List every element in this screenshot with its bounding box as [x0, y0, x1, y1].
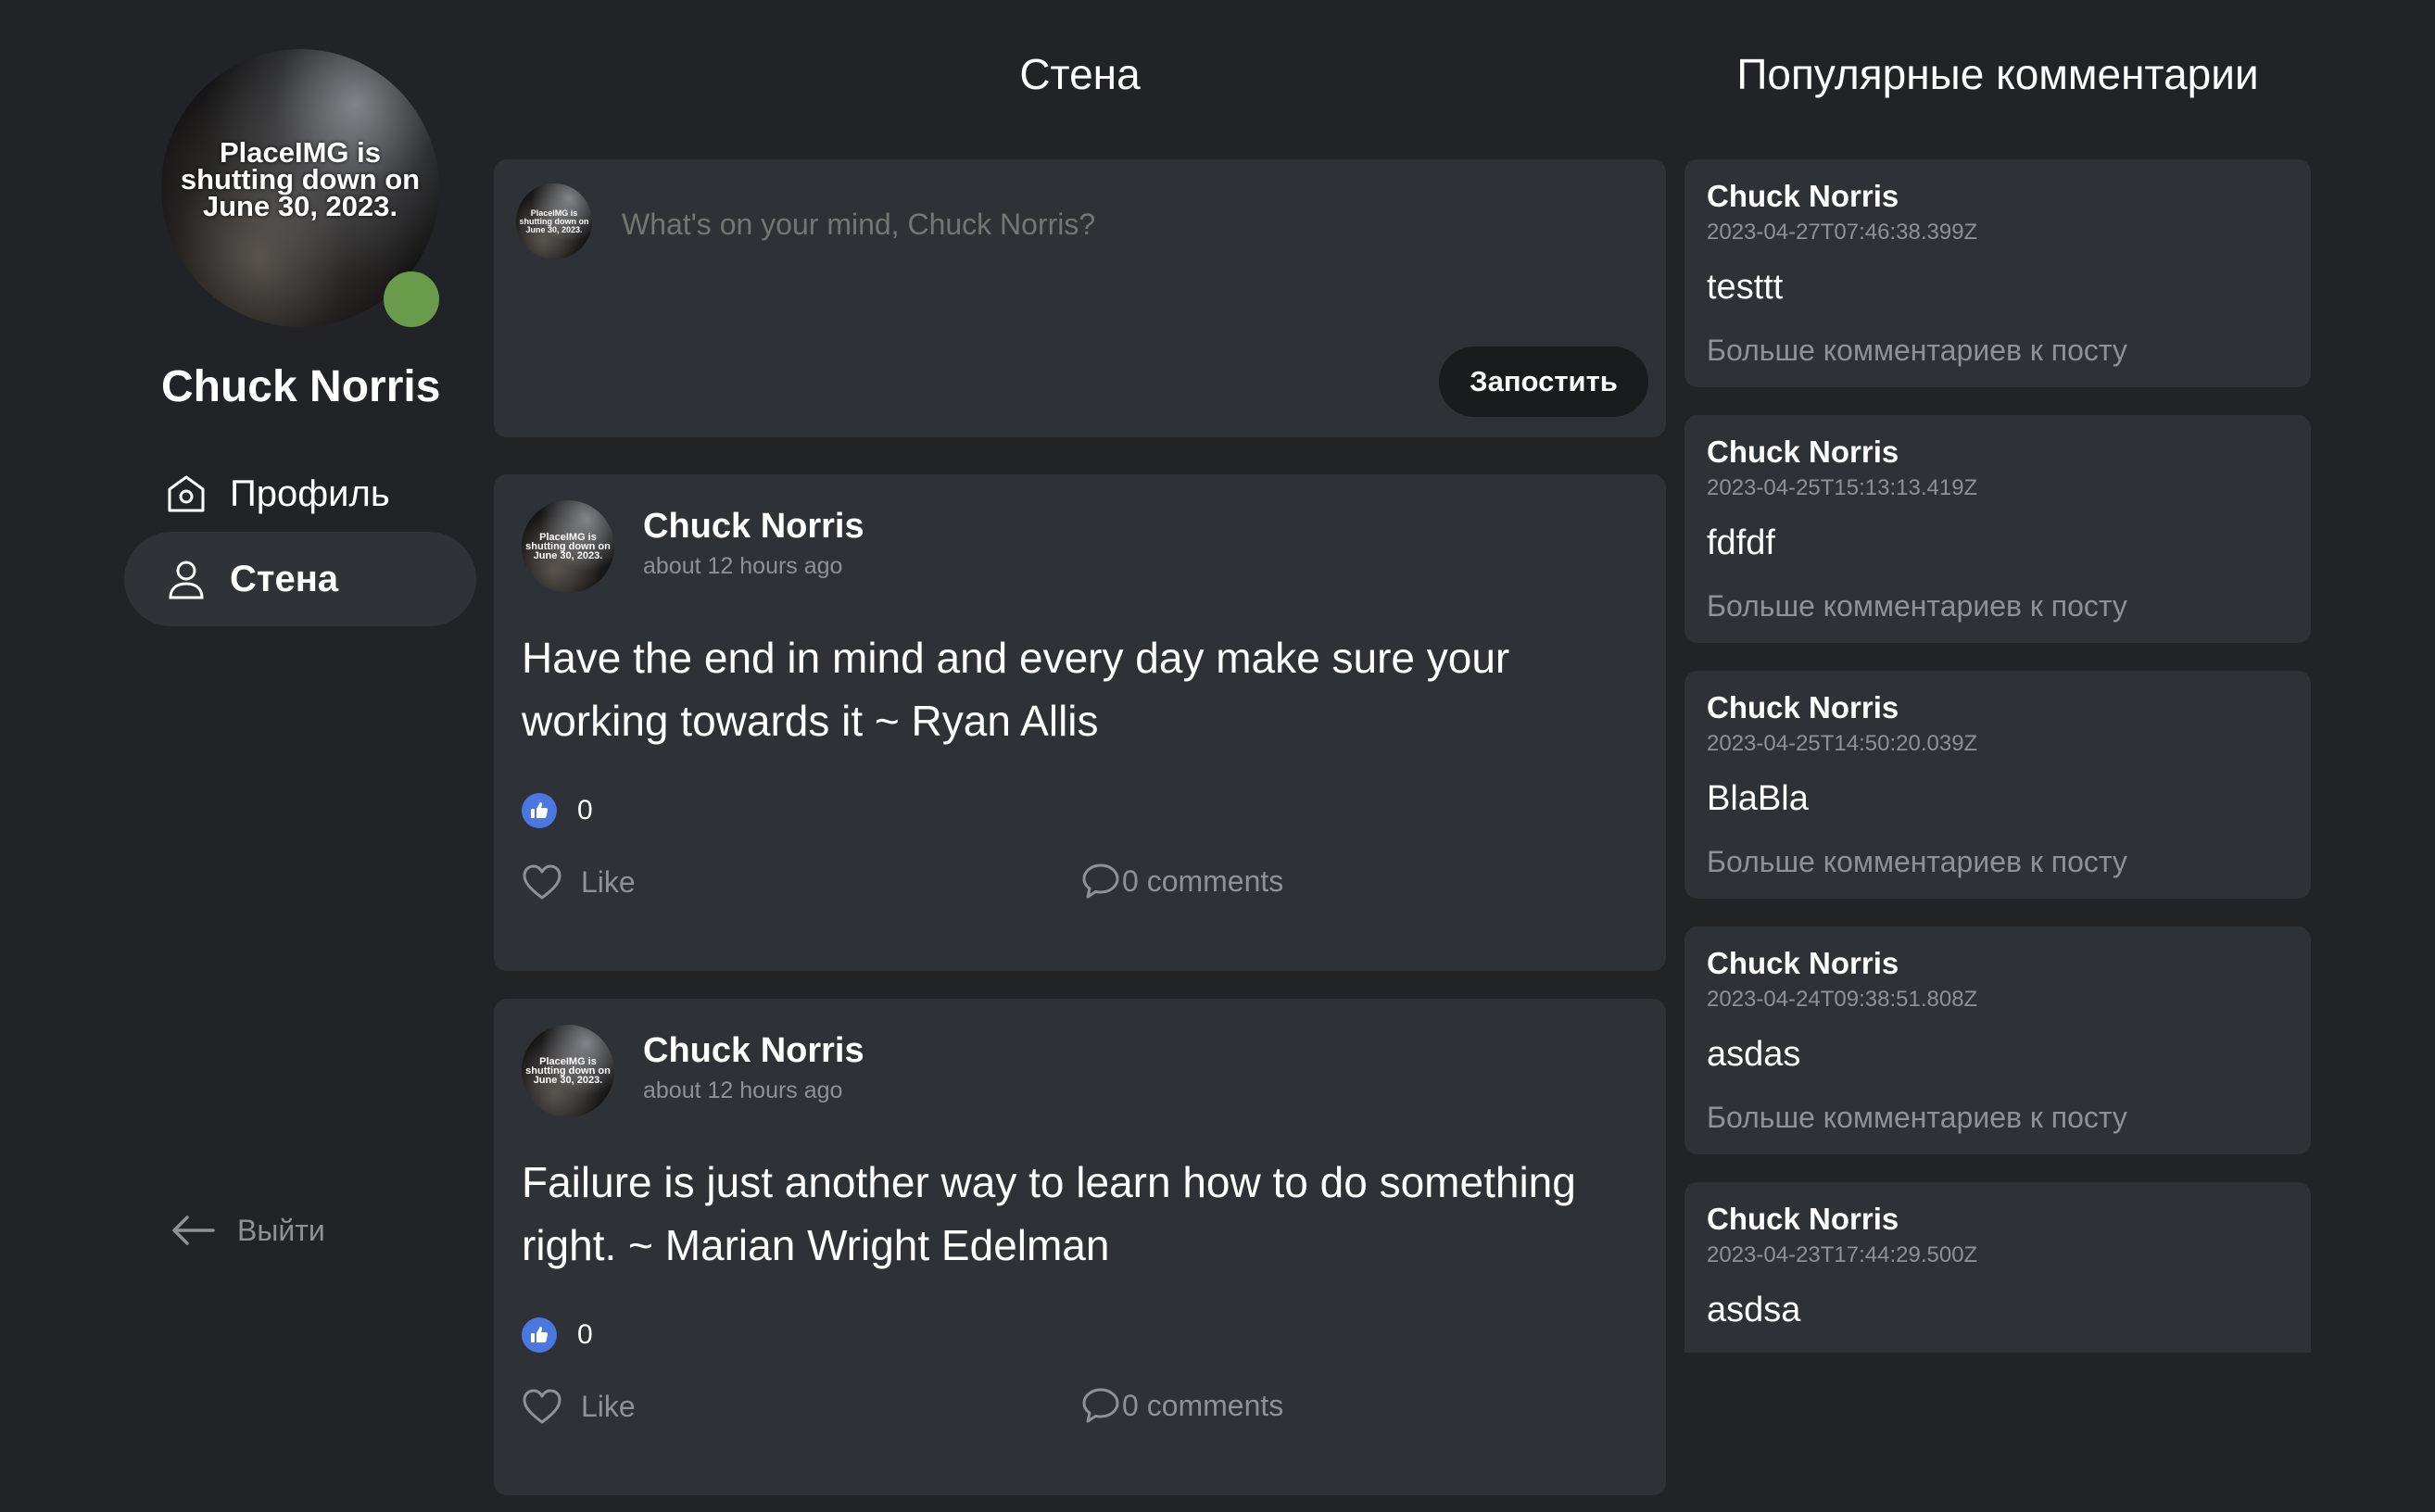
nav-item-label: Профиль — [230, 472, 390, 514]
more-comments-link[interactable]: Больше комментариев к посту — [1707, 332, 2127, 369]
comment-text: asdas — [1707, 1035, 1801, 1074]
home-icon — [165, 472, 208, 515]
likes-summary: 0 — [522, 1317, 593, 1353]
post-author-name[interactable]: Chuck Norris — [643, 1030, 864, 1071]
comment-text: asdsa — [1707, 1291, 1801, 1329]
post-text: Have the end in mind and every day make … — [522, 634, 1510, 745]
profile-name[interactable]: Chuck Norris — [161, 361, 495, 413]
post-text: Failure is just another way to learn how… — [522, 1158, 1576, 1269]
nav-item-wall[interactable]: Стена — [124, 532, 476, 626]
post-input[interactable] — [622, 196, 1622, 252]
like-button[interactable]: Like — [522, 1386, 636, 1427]
comment-timestamp: 2023-04-23T17:44:29.500Z — [1707, 1242, 1978, 1267]
comments-button[interactable]: 0 comments — [1081, 1386, 1283, 1425]
user-icon — [165, 558, 208, 600]
comment-bubble-icon — [1081, 862, 1120, 901]
likes-summary: 0 — [522, 793, 593, 828]
heart-icon — [522, 1386, 562, 1427]
submit-post-button[interactable]: Запостить — [1439, 346, 1648, 417]
comment-timestamp: 2023-04-24T09:38:51.808Z — [1707, 987, 1978, 1012]
comment-timestamp: 2023-04-25T15:13:13.419Z — [1707, 475, 1978, 500]
like-count: 0 — [577, 795, 593, 825]
like-label: Like — [581, 864, 636, 899]
post-card: PlaceIMG is shutting down on June 30, 20… — [494, 999, 1666, 1495]
popular-comment-card: Chuck Norris 2023-04-24T09:38:51.808Z as… — [1684, 926, 2311, 1154]
avatar-placeholder-text: PlaceIMG is shutting down on June 30, 20… — [525, 1056, 611, 1086]
wall-title: Стена — [1019, 50, 1141, 98]
thumbs-up-icon — [522, 793, 557, 828]
comments-button[interactable]: 0 comments — [1081, 862, 1283, 901]
comment-author[interactable]: Chuck Norris — [1707, 434, 1899, 471]
comment-timestamp: 2023-04-25T14:50:20.039Z — [1707, 731, 1978, 756]
comment-author[interactable]: Chuck Norris — [1707, 945, 1899, 982]
like-label: Like — [581, 1389, 636, 1423]
post-author-avatar[interactable]: PlaceIMG is shutting down on June 30, 20… — [522, 500, 614, 593]
popular-comments-title: Популярные комментарии — [1736, 50, 2259, 98]
popular-comment-card: Chuck Norris 2023-04-23T17:44:29.500Z as… — [1684, 1182, 2311, 1353]
comment-text: BlaBla — [1707, 779, 1809, 818]
app: PlaceIMG is shutting down on June 30, 20… — [0, 0, 2435, 1512]
composer-avatar: PlaceIMG is shutting down on June 30, 20… — [516, 183, 592, 259]
more-comments-link[interactable]: Больше комментариев к посту — [1707, 843, 2127, 880]
logout-button[interactable]: Выйти — [170, 1212, 325, 1249]
post-card: PlaceIMG is shutting down on June 30, 20… — [494, 474, 1666, 971]
comment-bubble-icon — [1081, 1386, 1120, 1425]
profile-avatar-wrap[interactable]: PlaceIMG is shutting down on June 30, 20… — [161, 49, 439, 327]
post-author-name[interactable]: Chuck Norris — [643, 506, 864, 547]
thumbs-up-icon — [522, 1317, 557, 1353]
post-timestamp: about 12 hours ago — [643, 553, 843, 579]
nav-item-profile[interactable]: Профиль — [124, 447, 476, 541]
post-timestamp: about 12 hours ago — [643, 1077, 843, 1103]
sidebar: PlaceIMG is shutting down on June 30, 20… — [0, 0, 482, 1512]
popular-comment-card: Chuck Norris 2023-04-25T14:50:20.039Z Bl… — [1684, 671, 2311, 899]
comments-label: 0 comments — [1122, 863, 1284, 898]
comment-author[interactable]: Chuck Norris — [1707, 689, 1899, 726]
more-comments-link[interactable]: Больше комментариев к посту — [1707, 1099, 2127, 1136]
logout-label: Выйти — [237, 1213, 325, 1247]
popular-comment-card: Chuck Norris 2023-04-25T15:13:13.419Z fd… — [1684, 415, 2311, 643]
comment-text: testtt — [1707, 268, 1784, 307]
avatar-placeholder-text: PlaceIMG is shutting down on June 30, 20… — [180, 135, 421, 222]
like-button[interactable]: Like — [522, 862, 636, 902]
popular-comment-card: Chuck Norris 2023-04-27T07:46:38.399Z te… — [1684, 159, 2311, 387]
comment-author[interactable]: Chuck Norris — [1707, 1201, 1899, 1238]
comment-text: fdfdf — [1707, 523, 1775, 562]
online-status-dot — [384, 271, 439, 327]
comment-author[interactable]: Chuck Norris — [1707, 178, 1899, 215]
like-count: 0 — [577, 1319, 593, 1350]
arrow-left-icon — [170, 1212, 217, 1249]
more-comments-link[interactable]: Больше комментариев к посту — [1707, 587, 2127, 624]
avatar-placeholder-text: PlaceIMG is shutting down on June 30, 20… — [519, 208, 589, 234]
comment-timestamp: 2023-04-27T07:46:38.399Z — [1707, 220, 1978, 245]
heart-icon — [522, 862, 562, 902]
post-composer: PlaceIMG is shutting down on June 30, 20… — [494, 159, 1666, 437]
nav-item-label: Стена — [230, 558, 339, 599]
avatar-placeholder-text: PlaceIMG is shutting down on June 30, 20… — [525, 532, 611, 561]
post-author-avatar[interactable]: PlaceIMG is shutting down on June 30, 20… — [522, 1025, 614, 1117]
comments-label: 0 comments — [1122, 1388, 1284, 1422]
